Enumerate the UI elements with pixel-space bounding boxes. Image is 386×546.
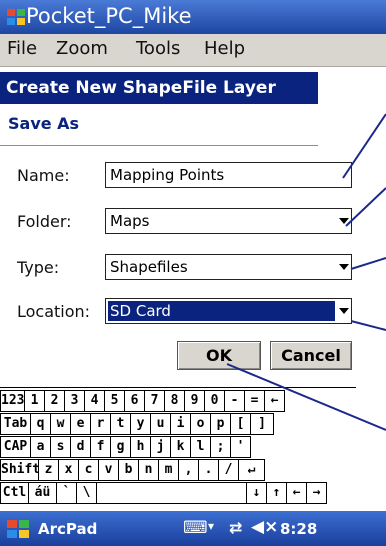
app-window: Pocket_PC_Mike File Zoom Tools Help Crea…: [0, 0, 386, 546]
callout-line: [350, 257, 386, 270]
callout-line: [345, 187, 386, 227]
callout-lines: [226, 113, 386, 431]
callout-line: [350, 320, 386, 331]
callout-line: [226, 363, 386, 431]
callout-line: [342, 113, 386, 179]
